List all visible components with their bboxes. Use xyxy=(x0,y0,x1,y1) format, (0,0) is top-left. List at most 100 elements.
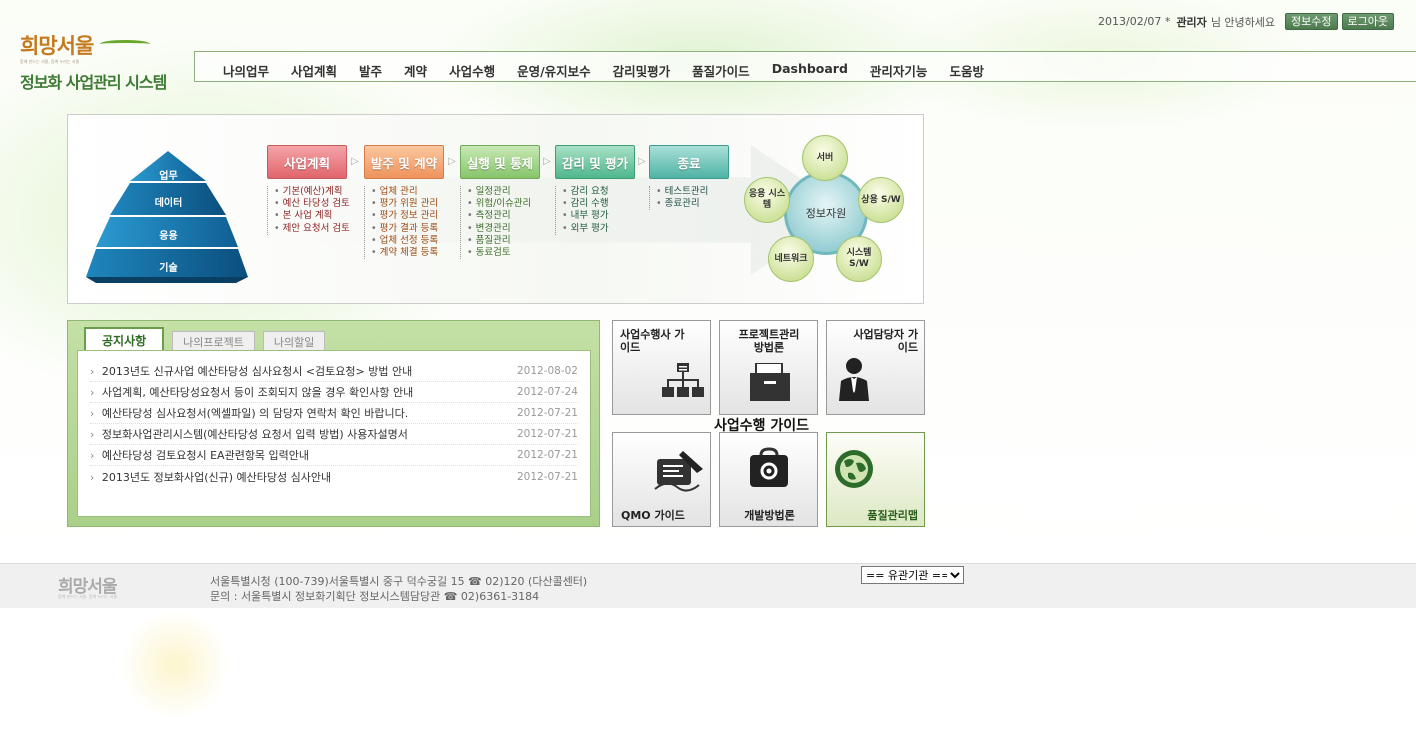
nav-contract[interactable]: 계약 xyxy=(404,61,427,80)
stage-audit-item[interactable]: 감리 요청 xyxy=(562,186,635,198)
site-logo[interactable]: 희망서울 함께 만드는 서울, 함께 누리는 서울 정보화 사업관리 시스템 xyxy=(20,30,190,100)
notice-tabs: 공지사항 나의프로젝트 나의할일 xyxy=(84,327,326,351)
development-methodology-tile[interactable]: 개발방법론 xyxy=(719,432,818,527)
quality-map-tile[interactable]: 품질관리맵 xyxy=(826,432,925,527)
tile-label: 프로젝트관리 방법론 xyxy=(738,328,800,354)
stage-order-item[interactable]: 업체 선정 등록 xyxy=(371,235,444,247)
list-item[interactable]: 예산타당성 심사요청서(엑셀파일) 의 담당자 연락처 확인 바랍니다. 2012… xyxy=(90,403,578,424)
stage-plan: 사업계획 기본(예산)계획 예산 타당성 검토 본 사업 계획 제안 요청서 검… xyxy=(267,145,350,235)
architecture-pyramid: 업무 데이터 응용 기술 xyxy=(86,149,251,284)
notice-title[interactable]: 예산타당성 검토요청시 EA관련항목 입력안내 xyxy=(90,447,309,463)
tab-my-tasks[interactable]: 나의할일 xyxy=(262,331,326,351)
logo-swoosh-icon xyxy=(100,40,150,48)
current-date: 2013/02/07 * xyxy=(1098,15,1171,28)
stage-order-item[interactable]: 계약 체결 등록 xyxy=(371,247,444,259)
nav-business-plan[interactable]: 사업계획 xyxy=(291,61,337,80)
stage-order-item[interactable]: 평가 결과 등록 xyxy=(371,223,444,235)
process-banner: 업무 데이터 응용 기술 사업계획 기본(예산)계획 예산 타당성 검토 본 사… xyxy=(67,114,924,304)
stage-audit: 감리 및 평가 감리 요청 감리 수행 내부 평가 외부 평가 xyxy=(555,145,635,235)
ring-node-system-sw[interactable]: 시스템 S/W xyxy=(836,236,882,282)
ring-node-server[interactable]: 서버 xyxy=(802,135,848,181)
stage-audit-item[interactable]: 감리 수행 xyxy=(562,198,635,210)
ring-node-application-system[interactable]: 응용 시스템 xyxy=(744,177,790,223)
stage-close-item[interactable]: 테스트관리 xyxy=(656,186,729,198)
notice-title[interactable]: 2013년도 정보화사업(신규) 예산타당성 심사안내 xyxy=(90,469,331,485)
stage-audit-items: 감리 요청 감리 수행 내부 평가 외부 평가 xyxy=(555,186,635,235)
list-item[interactable]: 정보화사업관리시스템(예산타당성 요청서 입력 방법) 사용자설명서 2012-0… xyxy=(90,424,578,445)
tile-label: QMO 가이드 xyxy=(621,509,685,522)
stage-arrow-icon: ▷ xyxy=(543,156,551,167)
stage-order-contract: 발주 및 계약 업체 관리 평가 위원 관리 평가 정보 관리 평가 결과 등록… xyxy=(364,145,444,260)
notice-list: 2013년도 신규사업 예산타당성 심사요청시 <검토요청> 방법 안내 2012… xyxy=(78,351,590,487)
list-item[interactable]: 2013년도 정보화사업(신규) 예산타당성 심사안내 2012-07-21 xyxy=(90,466,578,487)
list-item[interactable]: 사업계획, 예산타당성요청서 등이 조회되지 않을 경우 확인사항 안내 2012… xyxy=(90,382,578,403)
manager-guide-tile[interactable]: 사업담당자 가이드 xyxy=(826,320,925,415)
footer-address: 서울특별시청 (100-739)서울특별시 중구 덕수궁길 15 ☎ 02)12… xyxy=(210,574,587,604)
nav-execution[interactable]: 사업수행 xyxy=(449,61,495,80)
stage-execution-item[interactable]: 변경관리 xyxy=(467,223,540,235)
stage-plan-item[interactable]: 기본(예산)계획 xyxy=(274,186,350,198)
stage-close-title[interactable]: 종료 xyxy=(649,145,729,179)
stage-audit-item[interactable]: 외부 평가 xyxy=(562,223,635,235)
contractor-guide-tile[interactable]: 사업수행사 가이드 xyxy=(612,320,711,415)
stage-order-item[interactable]: 평가 정보 관리 xyxy=(371,210,444,222)
notice-title[interactable]: 예산타당성 심사요청서(엑셀파일) 의 담당자 연락처 확인 바랍니다. xyxy=(90,405,408,421)
background-decoration xyxy=(120,610,230,720)
nav-quality-guide[interactable]: 품질가이드 xyxy=(692,61,750,80)
ring-node-network[interactable]: 네트워크 xyxy=(768,236,814,282)
stage-plan-item[interactable]: 제안 요청서 검토 xyxy=(274,223,350,235)
stage-execution-item[interactable]: 위험/이슈관리 xyxy=(467,198,540,210)
pyramid-label-business: 업무 xyxy=(159,171,178,182)
ring-node-commercial-sw[interactable]: 상용 S/W xyxy=(858,177,904,223)
nav-order[interactable]: 발주 xyxy=(359,61,382,80)
edit-profile-button[interactable]: 정보수정 xyxy=(1285,13,1338,30)
notice-title[interactable]: 사업계획, 예산타당성요청서 등이 조회되지 않을 경우 확인사항 안내 xyxy=(90,384,413,400)
nav-my-work[interactable]: 나의업무 xyxy=(223,61,269,80)
stage-close: 종료 테스트관리 종료관리 xyxy=(649,145,729,211)
stage-execution-item[interactable]: 동료검토 xyxy=(467,247,540,259)
footer-logo-subtitle: 함께 만드는 서울, 함께 누리는 서울 xyxy=(58,594,118,599)
tab-my-projects[interactable]: 나의프로젝트 xyxy=(172,331,255,351)
logout-button[interactable]: 로그아웃 xyxy=(1341,13,1394,30)
notice-title[interactable]: 2013년도 신규사업 예산타당성 심사요청시 <검토요청> 방법 안내 xyxy=(90,363,412,379)
notice-date: 2012-07-24 xyxy=(516,386,578,398)
project-methodology-tile[interactable]: 프로젝트관리 방법론 xyxy=(719,320,818,415)
stage-audit-item[interactable]: 내부 평가 xyxy=(562,210,635,222)
stage-arrow-icon: ▷ xyxy=(638,156,646,167)
notice-date: 2012-07-21 xyxy=(516,407,578,419)
notice-list-box: 2013년도 신규사업 예산타당성 심사요청시 <검토요청> 방법 안내 2012… xyxy=(77,350,591,517)
nav-audit[interactable]: 감리및평가 xyxy=(613,61,671,80)
stage-execution-item[interactable]: 품질관리 xyxy=(467,235,540,247)
stage-plan-item[interactable]: 예산 타당성 검토 xyxy=(274,198,350,210)
tab-notice[interactable]: 공지사항 xyxy=(84,327,165,351)
stage-execution-item[interactable]: 측정관리 xyxy=(467,210,540,222)
stage-execution-title[interactable]: 실행 및 통제 xyxy=(460,145,540,179)
nav-admin[interactable]: 관리자기능 xyxy=(870,61,928,80)
it-resource-diagram: 정보자원 서버 상용 S/W 시스템 S/W 네트워크 응용 시스템 xyxy=(744,135,909,290)
stage-plan-item[interactable]: 본 사업 계획 xyxy=(274,210,350,222)
notice-title[interactable]: 정보화사업관리시스템(예산타당성 요청서 입력 방법) 사용자설명서 xyxy=(90,426,408,442)
stage-order-item[interactable]: 평가 위원 관리 xyxy=(371,198,444,210)
stage-execution-items: 일정관리 위험/이슈관리 측정관리 변경관리 품질관리 동료검토 xyxy=(460,186,540,260)
qmo-guide-tile[interactable]: QMO 가이드 xyxy=(612,432,711,527)
stage-order-item[interactable]: 업체 관리 xyxy=(371,186,444,198)
list-item[interactable]: 예산타당성 검토요청시 EA관련항목 입력안내 2012-07-21 xyxy=(90,445,578,466)
greeting-text: 님 안녕하세요 xyxy=(1210,15,1276,29)
tile-label: 품질관리맵 xyxy=(867,509,918,522)
system-title: 정보화 사업관리 시스템 xyxy=(20,73,167,92)
stage-execution-item[interactable]: 일정관리 xyxy=(467,186,540,198)
related-agencies-select[interactable]: == 유관기관 == xyxy=(861,566,964,584)
nav-dashboard[interactable]: Dashboard xyxy=(772,61,848,80)
tile-label: 개발방법론 xyxy=(744,509,795,522)
user-name: 관리자 xyxy=(1176,15,1207,29)
toolbox-gear-icon xyxy=(750,447,788,487)
nav-maintenance[interactable]: 운영/유지보수 xyxy=(517,61,591,80)
nav-help[interactable]: 도움방 xyxy=(949,61,984,80)
list-item[interactable]: 2013년도 신규사업 예산타당성 심사요청시 <검토요청> 방법 안내 2012… xyxy=(90,361,578,382)
footer: 희망서울 함께 만드는 서울, 함께 누리는 서울 서울특별시청 (100-73… xyxy=(0,563,1416,608)
stage-close-item[interactable]: 종료관리 xyxy=(656,198,729,210)
stage-audit-title[interactable]: 감리 및 평가 xyxy=(555,145,635,179)
logo-subtitle: 함께 만드는 서울, 함께 누리는 서울 xyxy=(20,59,80,64)
stage-plan-title[interactable]: 사업계획 xyxy=(267,145,347,179)
stage-order-title[interactable]: 발주 및 계약 xyxy=(364,145,444,179)
